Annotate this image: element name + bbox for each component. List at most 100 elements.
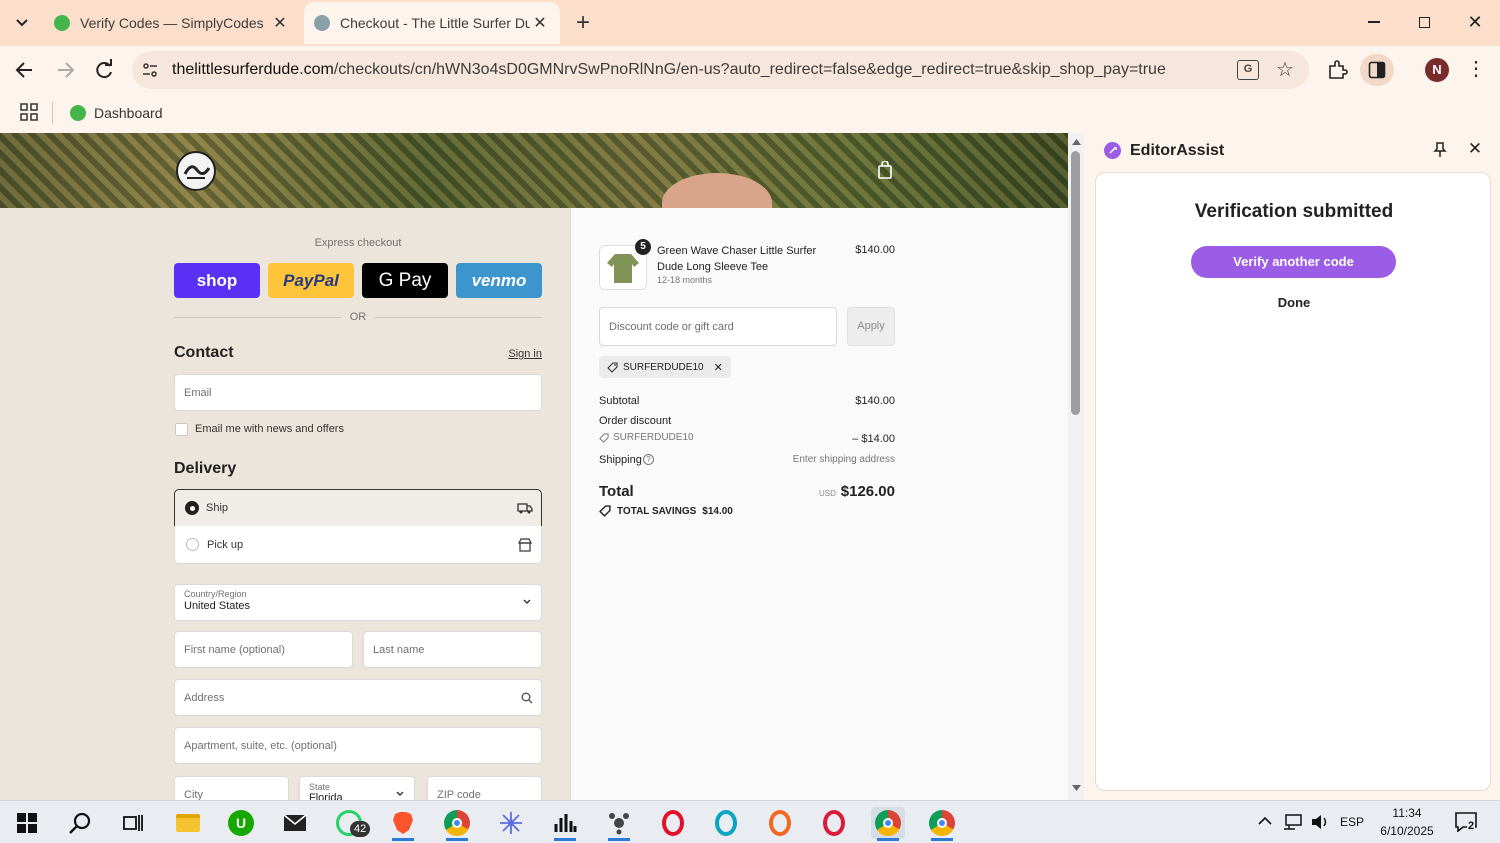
- subtotal-value: $140.00: [855, 395, 895, 407]
- opera-red-icon[interactable]: [817, 807, 851, 839]
- side-panel: EditorAssist ✕ Verification submitted Ve…: [1084, 133, 1500, 800]
- shipping-info-icon[interactable]: ?: [643, 454, 654, 465]
- subtotal-label: Subtotal: [599, 395, 640, 407]
- windows-taskbar: U 42 ESP 11:34 6/10/2025 2: [0, 800, 1500, 843]
- sign-in-link[interactable]: Sign in: [500, 348, 542, 360]
- address-bar[interactable]: thelittlesurferdude.com/checkouts/cn/hWN…: [132, 51, 1309, 89]
- game-app-icon[interactable]: [602, 807, 636, 841]
- country-select[interactable]: Country/Region United States: [174, 584, 542, 621]
- show-hidden-icons[interactable]: [1258, 816, 1272, 825]
- discount-code-field[interactable]: Discount code or gift card: [599, 307, 837, 346]
- notification-center-icon[interactable]: 2: [1455, 812, 1481, 834]
- shop-pay-button[interactable]: shop: [174, 263, 260, 298]
- volume-icon[interactable]: [1310, 813, 1330, 831]
- whatsapp-badge: 42: [350, 821, 371, 837]
- applied-discount: SURFERDUDE10: [599, 432, 694, 443]
- close-panel-icon[interactable]: ✕: [1466, 139, 1484, 159]
- scroll-up-arrow[interactable]: [1072, 139, 1081, 145]
- city-field[interactable]: City: [174, 776, 289, 800]
- scroll-down-arrow[interactable]: [1072, 785, 1081, 791]
- total-label: Total: [599, 483, 634, 500]
- news-checkbox-label: Email me with news and offers: [195, 423, 344, 435]
- bookmark-dashboard[interactable]: Dashboard: [70, 100, 163, 126]
- network-icon[interactable]: [1283, 814, 1303, 830]
- pickup-radio[interactable]: [186, 538, 199, 551]
- side-panel-icon[interactable]: [1360, 54, 1394, 86]
- opera-gx-icon[interactable]: [709, 807, 743, 839]
- page-scrollbar[interactable]: [1068, 133, 1084, 800]
- close-window-button[interactable]: ✕: [1461, 8, 1489, 36]
- simplycodes-icon: [54, 15, 70, 31]
- apartment-field[interactable]: Apartment, suite, etc. (optional): [174, 727, 542, 764]
- cart-bag-icon[interactable]: [877, 161, 893, 179]
- tab-search-icon[interactable]: [10, 12, 34, 34]
- delivery-heading: Delivery: [174, 460, 237, 477]
- chrome-profile-icon[interactable]: [871, 807, 905, 841]
- app-icon[interactable]: [494, 807, 528, 839]
- scroll-thumb[interactable]: [1071, 151, 1080, 415]
- brave-icon[interactable]: [386, 807, 420, 841]
- minimize-button[interactable]: [1360, 12, 1388, 32]
- notification-count: 2: [1467, 820, 1476, 832]
- chrome-alt-profile-icon[interactable]: [925, 807, 959, 841]
- last-name-field[interactable]: Last name: [363, 631, 542, 668]
- header-banner: [0, 133, 1068, 208]
- tab-checkout[interactable]: Checkout - The Little Surfer Dude ✕: [304, 2, 560, 44]
- divider: [52, 102, 53, 124]
- news-checkbox[interactable]: [175, 423, 188, 436]
- chrome-icon[interactable]: [440, 807, 474, 841]
- express-checkout-label: Express checkout: [314, 237, 402, 249]
- upwork-icon[interactable]: U: [224, 807, 258, 839]
- state-select[interactable]: State Florida: [299, 776, 415, 800]
- done-button[interactable]: Done: [1096, 295, 1492, 310]
- audio-app-icon[interactable]: [548, 807, 582, 841]
- apps-icon[interactable]: [20, 103, 38, 121]
- currency-label: USD: [819, 489, 836, 498]
- site-info-icon[interactable]: [142, 62, 158, 78]
- venmo-button[interactable]: venmo: [456, 263, 542, 298]
- opera-icon[interactable]: [656, 807, 690, 839]
- verification-card: Verification submitted Verify another co…: [1095, 172, 1491, 791]
- or-label: OR: [349, 311, 367, 323]
- checkout-form: Express checkout shop PayPal G Pay venmo…: [0, 208, 570, 800]
- ship-radio[interactable]: [185, 501, 199, 515]
- google-pay-button[interactable]: G Pay: [362, 263, 448, 298]
- ship-option[interactable]: Ship: [174, 489, 542, 527]
- bookmark-star-icon[interactable]: ☆: [1273, 57, 1297, 81]
- opera-orange-icon[interactable]: [763, 807, 797, 839]
- search-icon[interactable]: [63, 807, 97, 839]
- clock[interactable]: 11:34 6/10/2025: [1372, 804, 1442, 840]
- pickup-option[interactable]: Pick up: [174, 526, 542, 564]
- forward-button[interactable]: [52, 58, 78, 82]
- chevron-down-icon: [396, 791, 404, 797]
- start-button[interactable]: [10, 807, 44, 839]
- pin-icon[interactable]: [1433, 142, 1447, 158]
- remove-code-icon[interactable]: ✕: [714, 361, 723, 374]
- menu-icon[interactable]: ⋮: [1466, 58, 1486, 82]
- file-explorer-icon[interactable]: [171, 807, 205, 839]
- email-field[interactable]: Email: [174, 374, 542, 411]
- close-tab-icon[interactable]: ✕: [530, 13, 550, 33]
- back-button[interactable]: [12, 58, 38, 82]
- bookmarks-bar: Dashboard: [0, 94, 1500, 133]
- translate-icon[interactable]: G: [1237, 60, 1259, 80]
- whatsapp-icon[interactable]: 42: [332, 807, 371, 839]
- restore-button[interactable]: [1410, 12, 1438, 32]
- verify-another-button[interactable]: Verify another code: [1191, 246, 1396, 278]
- new-tab-button[interactable]: +: [570, 8, 596, 38]
- language-indicator[interactable]: ESP: [1340, 815, 1364, 829]
- zip-field[interactable]: ZIP code: [427, 776, 542, 800]
- profile-avatar[interactable]: N: [1425, 58, 1449, 82]
- first-name-field[interactable]: First name (optional): [174, 631, 353, 668]
- apply-button[interactable]: Apply: [847, 307, 895, 346]
- task-view-icon[interactable]: [116, 807, 150, 839]
- tab-verify-codes[interactable]: Verify Codes — SimplyCodes ✕: [44, 2, 300, 44]
- contact-heading: Contact: [174, 344, 234, 361]
- mail-icon[interactable]: [278, 807, 312, 839]
- reload-button[interactable]: [92, 58, 116, 82]
- close-tab-icon[interactable]: ✕: [270, 13, 290, 33]
- store-logo[interactable]: [176, 151, 216, 191]
- extensions-icon[interactable]: [1326, 59, 1348, 81]
- paypal-button[interactable]: PayPal: [268, 263, 354, 298]
- address-field[interactable]: Address: [174, 679, 542, 716]
